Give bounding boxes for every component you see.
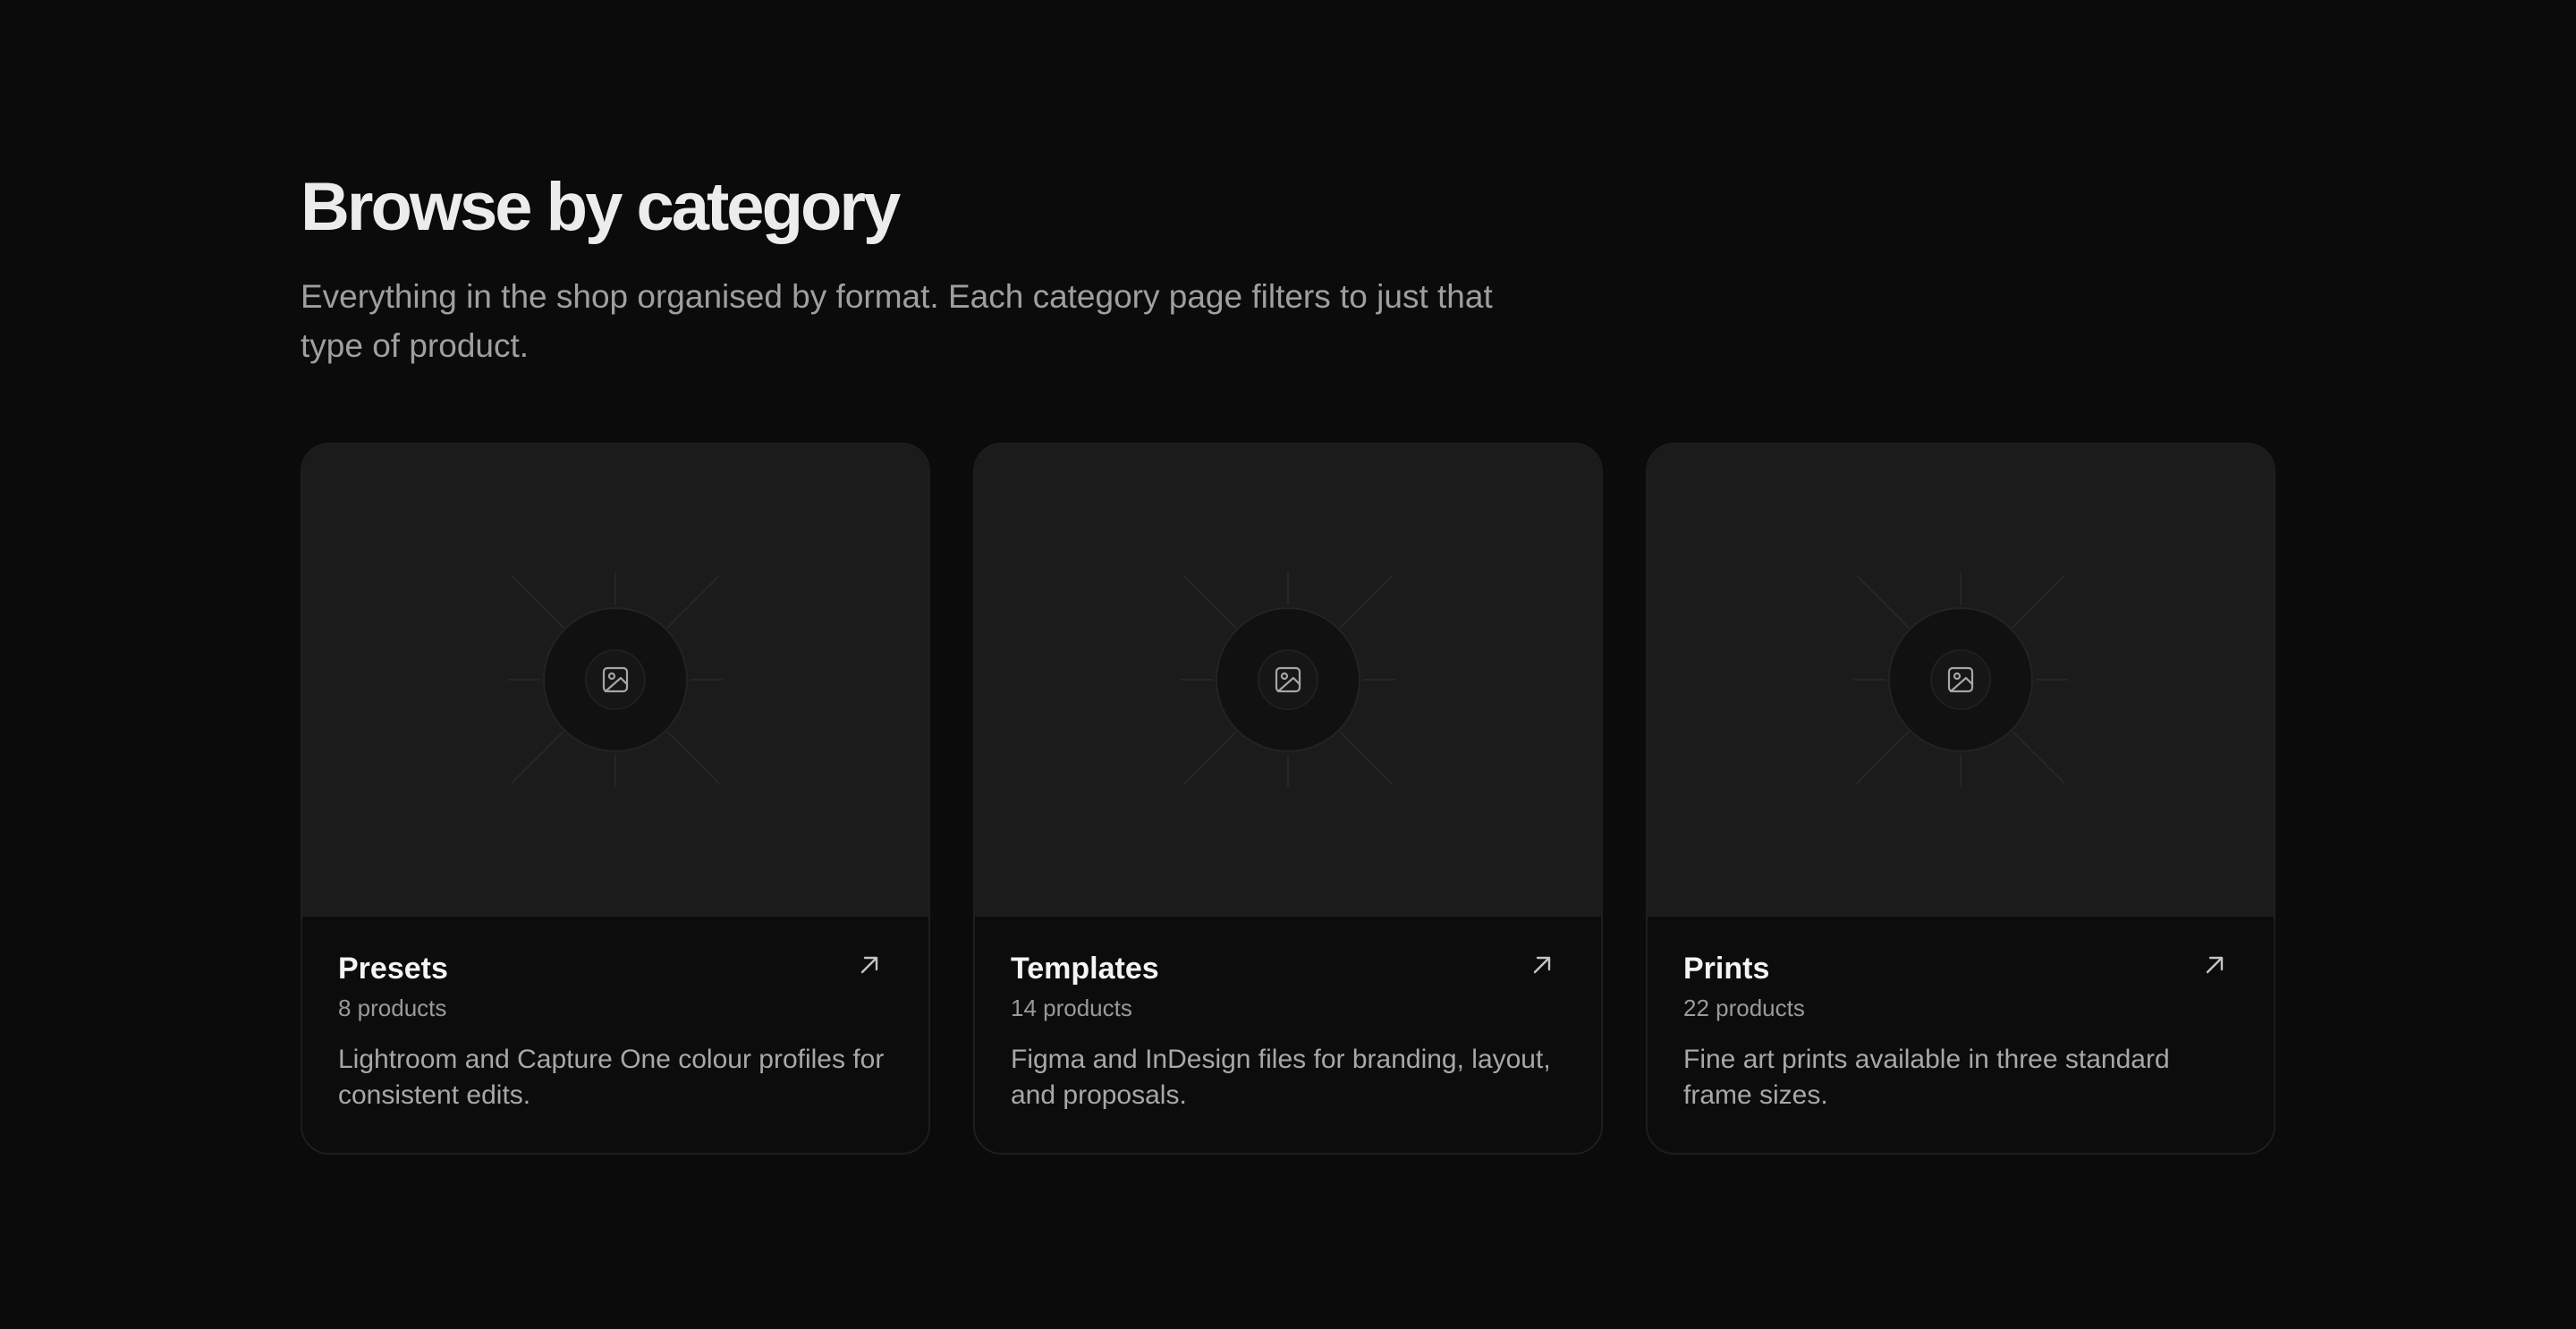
category-section: Browse by category Everything in the sho… <box>301 0 2275 1329</box>
page-title: Browse by category <box>301 169 901 245</box>
arrow-up-right-icon <box>860 956 878 974</box>
placeholder-illustration <box>1181 572 1395 787</box>
card-image-placeholder <box>302 444 928 917</box>
card-title[interactable]: Prints <box>1683 949 1769 988</box>
placeholder-illustration <box>1853 572 2068 787</box>
card-description: Lightroom and Capture One colour profile… <box>338 1045 885 1110</box>
card-product-count: 14 products <box>1011 995 1132 1021</box>
placeholder-illustration <box>508 572 723 787</box>
category-card-prints[interactable]: Prints 22 products Fine art prints avail… <box>1646 443 2275 1155</box>
category-card-presets[interactable]: Presets 8 products Lightroom and Capture… <box>301 443 930 1155</box>
open-category-link[interactable] <box>1524 947 1560 983</box>
category-grid: Presets 8 products Lightroom and Capture… <box>301 443 2275 1155</box>
card-image-placeholder <box>1648 444 2274 917</box>
card-body: Templates 14 products Figma and InDesign… <box>1011 915 1565 1153</box>
category-card-templates[interactable]: Templates 14 products Figma and InDesign… <box>973 443 1603 1155</box>
card-description: Figma and InDesign files for branding, l… <box>1011 1045 1551 1110</box>
card-body: Prints 22 products Fine art prints avail… <box>1683 915 2238 1153</box>
open-category-link[interactable] <box>852 947 887 983</box>
card-title[interactable]: Templates <box>1011 949 1159 988</box>
card-image-placeholder <box>975 444 1601 917</box>
open-category-link[interactable] <box>2197 947 2233 983</box>
card-description: Fine art prints available in three stand… <box>1683 1045 2170 1110</box>
card-body: Presets 8 products Lightroom and Capture… <box>338 915 893 1153</box>
card-title[interactable]: Presets <box>338 949 448 988</box>
arrow-up-right-icon <box>2206 956 2224 974</box>
card-product-count: 8 products <box>338 995 447 1021</box>
page-subtitle: Everything in the shop organised by form… <box>301 278 1493 364</box>
card-product-count: 22 products <box>1683 995 1805 1021</box>
arrow-up-right-icon <box>1533 956 1551 974</box>
